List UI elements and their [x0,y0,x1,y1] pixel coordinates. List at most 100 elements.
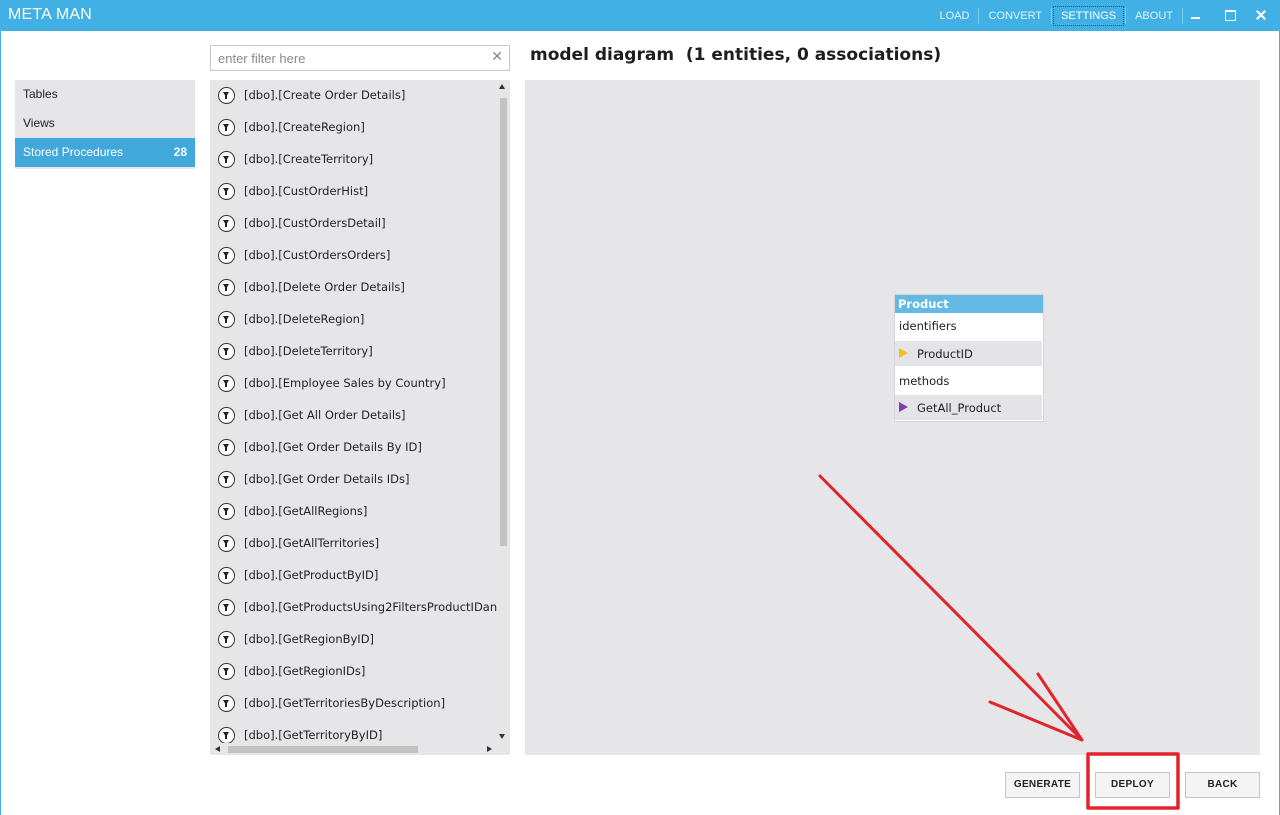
list-item[interactable]: [dbo].[GetProductsUsing2FiltersProductID… [210,592,504,624]
menu-separator [1182,7,1183,24]
filter-circle-icon [218,279,235,296]
filter-circle-icon [218,119,235,136]
list-item[interactable]: [dbo].[Create Order Details] [210,80,498,112]
identifier-row[interactable]: ProductID [895,341,1042,366]
method-row[interactable]: GetAll_Product [895,395,1042,420]
list-item[interactable]: [dbo].[GetTerritoriesByDescription] [210,688,498,720]
scrollbar-thumb[interactable] [500,98,507,546]
back-button[interactable]: BACK [1185,772,1260,798]
list-item[interactable]: [dbo].[GetAllTerritories] [210,528,498,560]
list-item[interactable]: [dbo].[DeleteTerritory] [210,336,498,368]
filter-circle-icon [218,503,235,520]
scrollbar-thumb[interactable] [228,746,418,753]
list-item[interactable]: [dbo].[Get Order Details By ID] [210,432,498,464]
nav-item-count: 28 [173,145,187,159]
scroll-up-icon[interactable] [499,84,505,89]
procedure-name: [dbo].[Get Order Details IDs] [244,472,410,486]
menu-load[interactable]: LOAD [932,6,978,26]
list-item[interactable]: [dbo].[CustOrdersDetail] [210,208,498,240]
list-item[interactable]: [dbo].[Get Order Details IDs] [210,464,498,496]
methods-section-label: methods [899,374,950,388]
filter-circle-icon [218,471,235,488]
list-item[interactable]: [dbo].[Delete Order Details] [210,272,498,304]
list-item[interactable]: [dbo].[GetProductByID] [210,560,498,592]
list-item[interactable]: [dbo].[Get All Order Details] [210,400,498,432]
filter-circle-icon [218,311,235,328]
entity-title[interactable]: Product [895,295,1043,313]
filter-circle-icon [218,727,235,744]
scroll-left-icon[interactable] [215,746,220,752]
clear-filter-icon[interactable]: ✕ [491,49,503,65]
deploy-button[interactable]: DEPLOY [1095,772,1170,798]
procedure-name: [dbo].[Create Order Details] [244,88,406,102]
maximize-icon[interactable] [1221,6,1239,24]
filter-circle-icon [218,567,235,584]
identifier-name: ProductID [917,347,973,361]
minimize-icon[interactable] [1187,6,1205,24]
procedure-name: [dbo].[CreateRegion] [244,120,365,134]
procedure-name: [dbo].[GetRegionByID] [244,632,375,646]
diagram-canvas[interactable] [525,80,1260,755]
list-item[interactable]: [dbo].[CustOrdersOrders] [210,240,498,272]
filter-circle-icon [218,663,235,680]
nav-item-views[interactable]: Views [15,109,195,138]
list-item[interactable]: [dbo].[DeleteRegion] [210,304,498,336]
filter-circle-icon [218,631,235,648]
list-item[interactable]: [dbo].[GetRegionIDs] [210,656,498,688]
procedure-name: [dbo].[Get Order Details By ID] [244,440,422,454]
nav-item-label: Tables [23,87,58,101]
procedure-name: [dbo].[CreateTerritory] [244,152,374,166]
procedure-name: [dbo].[Get All Order Details] [244,408,406,422]
procedure-name: [dbo].[CustOrdersOrders] [244,248,391,262]
title-bar: META MAN LOAD CONVERT SETTINGS ABOUT [0,0,1280,31]
menu-settings[interactable]: SETTINGS [1053,5,1125,26]
entity-box-product[interactable]: Product identifiers ProductID methods Ge… [894,294,1044,422]
app-title: META MAN [8,6,92,23]
procedure-name: [dbo].[GetProductsUsing2FiltersProductID… [244,600,505,614]
procedure-name: [dbo].[GetRegionIDs] [244,664,366,678]
nav-item-tables[interactable]: Tables [15,80,195,109]
filter-circle-icon [218,343,235,360]
filter-circle-icon [218,439,235,456]
procedure-name: [dbo].[CustOrdersDetail] [244,216,386,230]
procedure-name: [dbo].[Employee Sales by Country] [244,376,446,390]
method-name: GetAll_Product [917,401,1002,415]
filter-circle-icon [218,695,235,712]
list-item[interactable]: [dbo].[CreateTerritory] [210,144,498,176]
procedure-name: [dbo].[GetAllRegions] [244,504,368,518]
filter-circle-icon [218,407,235,424]
method-triangle-icon [899,402,908,412]
list-item[interactable]: [dbo].[CreateRegion] [210,112,498,144]
procedure-name: [dbo].[GetTerritoryByID] [244,728,383,742]
procedure-name: [dbo].[CustOrderHist] [244,184,369,198]
list-item[interactable]: [dbo].[GetAllRegions] [210,496,498,528]
procedure-list[interactable]: [dbo].[Create Order Details] [dbo].[Crea… [210,80,510,755]
generate-button[interactable]: GENERATE [1005,772,1080,798]
list-item[interactable]: [dbo].[GetRegionByID] [210,624,498,656]
menu-convert[interactable]: CONVERT [980,6,1050,26]
filter-circle-icon [218,215,235,232]
nav-item-stored-procedures[interactable]: Stored Procedures 28 [15,138,195,167]
procedure-name: [dbo].[DeleteRegion] [244,312,365,326]
nav-item-label: Stored Procedures [23,145,124,159]
filter-input[interactable] [211,46,481,70]
scroll-right-icon[interactable] [487,746,492,752]
filter-box: ✕ [210,45,510,71]
procedure-name: [dbo].[GetProductByID] [244,568,379,582]
menu-about[interactable]: ABOUT [1127,6,1181,26]
list-horizontal-scrollbar[interactable] [210,743,497,755]
identifiers-section-label: identifiers [899,319,957,333]
list-vertical-scrollbar[interactable] [497,80,510,743]
close-icon[interactable] [1252,6,1270,24]
list-item[interactable]: [dbo].[CustOrderHist] [210,176,498,208]
list-item[interactable]: [dbo].[Employee Sales by Country] [210,368,498,400]
filter-circle-icon [218,183,235,200]
page-title: model diagram (1 entities, 0 association… [530,45,942,65]
nav-item-label: Views [23,116,55,130]
procedure-name: [dbo].[GetAllTerritories] [244,536,380,550]
window-border-left [0,31,1,815]
filter-circle-icon [218,247,235,264]
filter-circle-icon [218,87,235,104]
scroll-down-icon[interactable] [499,734,505,739]
filter-circle-icon [218,375,235,392]
